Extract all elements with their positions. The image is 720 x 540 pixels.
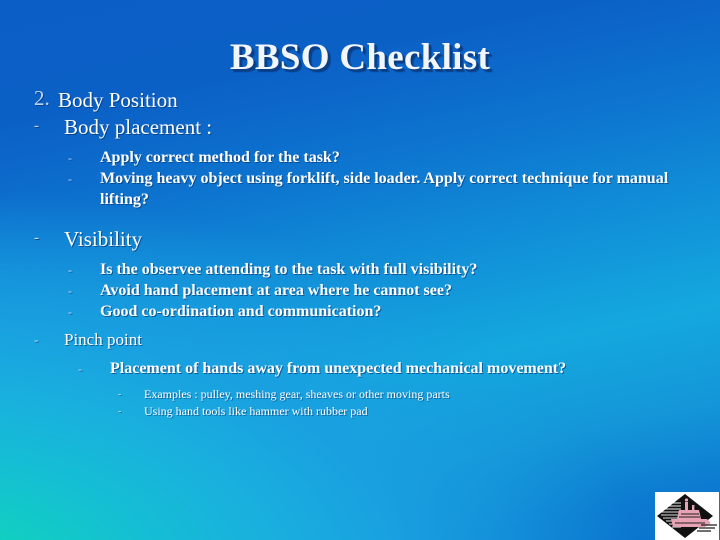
outline-item: - Apply correct method for the task? — [34, 147, 694, 168]
page-title: BBSO Checklist — [229, 37, 491, 78]
outline-item-text: Avoid hand placement at area where he ca… — [100, 282, 452, 299]
outline-subitem: - Using hand tools like hammer with rubb… — [34, 403, 694, 420]
outline-section-heading: 2. Body Position — [34, 88, 694, 113]
outline-item-text: Moving heavy object using forklift, side… — [100, 170, 669, 208]
outline-item-text: Is the observee attending to the task wi… — [100, 261, 478, 278]
group-heading-text: Pinch point — [64, 330, 142, 349]
outline-subitem-text: Examples : pulley, meshing gear, sheaves… — [144, 387, 450, 401]
dash-bullet-icon: - — [68, 305, 72, 319]
outline-item: - Moving heavy object using forklift, si… — [34, 168, 694, 210]
outline-item: - Avoid hand placement at area where he … — [34, 280, 694, 301]
outline-item: - Placement of hands away from unexpecte… — [34, 358, 694, 379]
group-heading-text: Visibility — [64, 227, 143, 251]
dash-bullet-icon: - — [68, 172, 72, 186]
dash-bullet-icon: - — [118, 406, 122, 417]
refinery-diamond-logo — [655, 492, 719, 540]
dash-bullet-icon: - — [78, 362, 82, 376]
dash-bullet-icon: - — [68, 263, 72, 277]
dash-bullet-icon: - — [68, 284, 72, 298]
section-title-text: Body Position — [58, 88, 178, 112]
outline-item: - Good co-ordination and communication? — [34, 301, 694, 322]
outline-item-text: Placement of hands away from unexpected … — [110, 360, 567, 377]
outline-group-heading-pinch-point: - Pinch point — [34, 329, 694, 351]
dash-bullet-icon: - — [68, 151, 72, 165]
outline-subitem: - Examples : pulley, meshing gear, sheav… — [34, 386, 694, 403]
outline-group-heading-body-placement: - Body placement : — [34, 114, 694, 140]
outline-group-heading-visibility: - Visibility — [34, 226, 694, 252]
slide-canvas: BBSO Checklist 2. Body Position - Body p… — [0, 0, 720, 540]
outline-item-text: Good co-ordination and communication? — [100, 303, 382, 320]
dash-bullet-icon: - — [34, 118, 39, 134]
outline-item: - Is the observee attending to the task … — [34, 259, 694, 280]
outline-subitem-text: Using hand tools like hammer with rubber… — [144, 404, 368, 418]
group-heading-text: Body placement : — [64, 115, 213, 139]
dash-bullet-icon: - — [34, 332, 39, 347]
dash-bullet-icon: - — [34, 230, 39, 246]
dash-bullet-icon: - — [118, 389, 122, 400]
outline-item-text: Apply correct method for the task? — [100, 149, 340, 166]
outline-body: 2. Body Position - Body placement : - Ap… — [34, 88, 694, 420]
logo-artwork — [657, 494, 717, 538]
section-number: 2. — [34, 86, 50, 110]
